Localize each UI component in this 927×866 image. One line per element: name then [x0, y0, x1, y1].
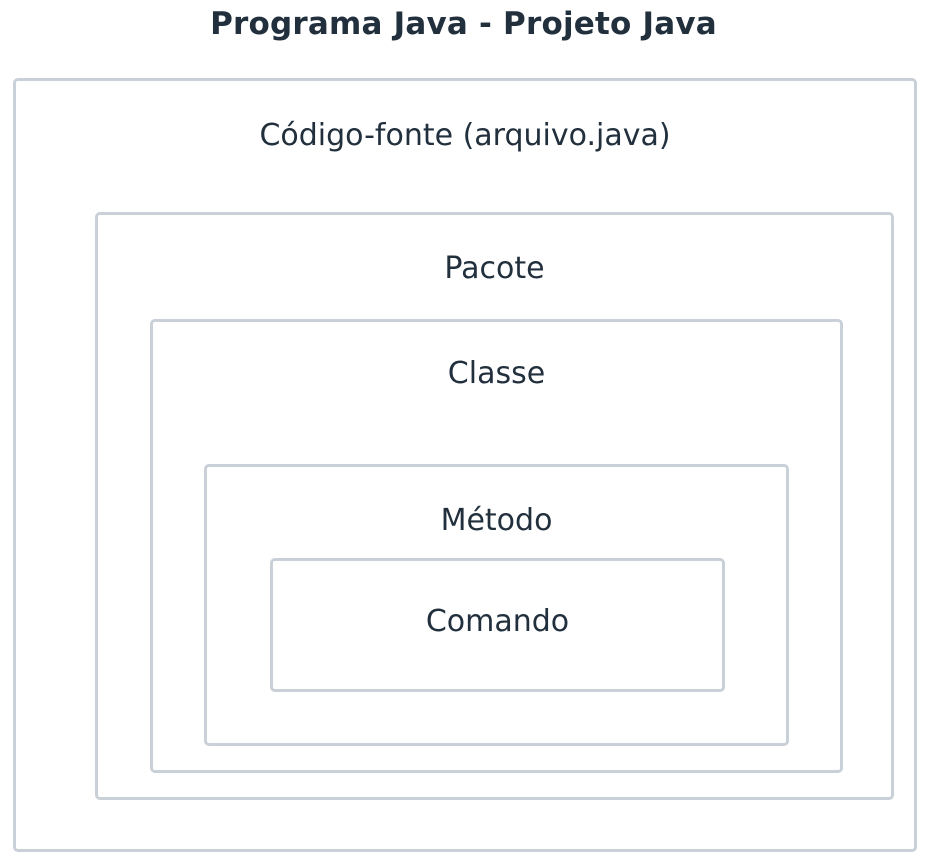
diagram-title: Programa Java - Projeto Java: [210, 6, 717, 42]
package-box: Pacote Classe Método Comando: [95, 212, 894, 800]
class-label: Classe: [447, 356, 546, 391]
source-file-box: Código-fonte (arquivo.java) Pacote Class…: [13, 78, 917, 852]
class-box: Classe Método Comando: [150, 319, 843, 773]
statement-label: Comando: [425, 604, 570, 639]
method-box: Método Comando: [204, 464, 789, 746]
statement-box: Comando: [270, 558, 725, 692]
method-label: Método: [440, 503, 553, 538]
package-label: Pacote: [444, 251, 545, 286]
source-file-label: Código-fonte (arquivo.java): [259, 118, 671, 153]
